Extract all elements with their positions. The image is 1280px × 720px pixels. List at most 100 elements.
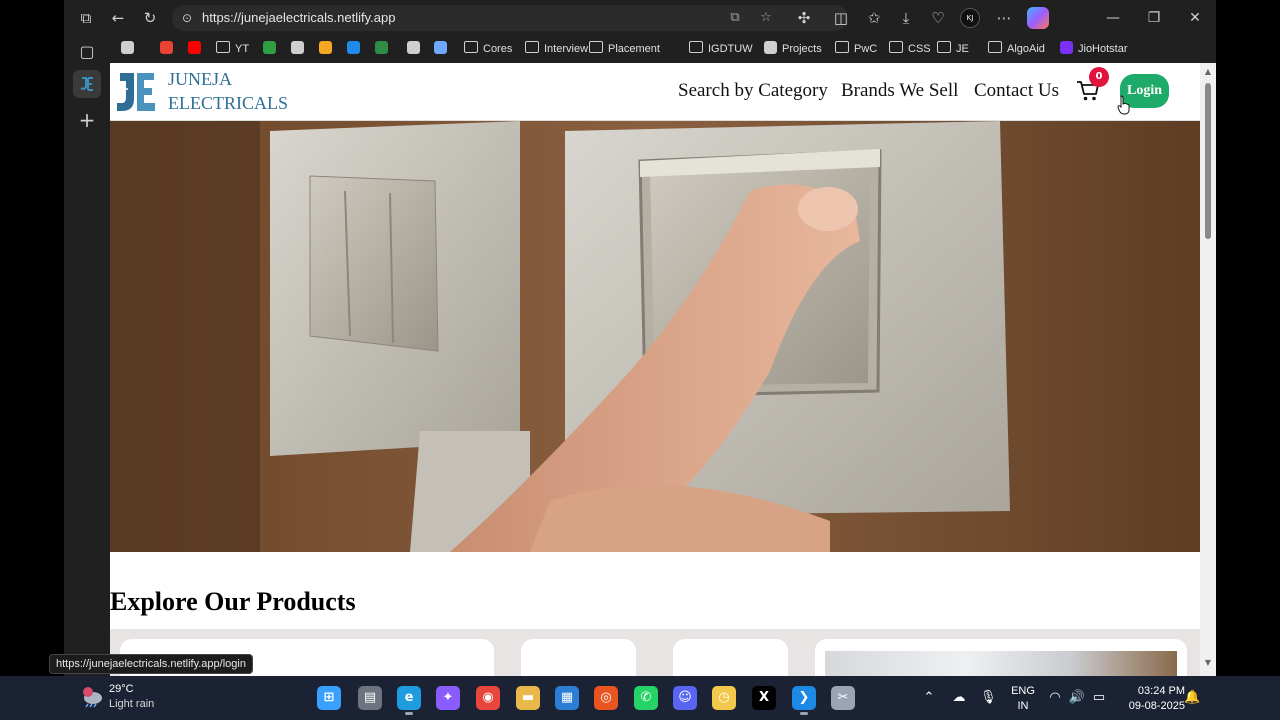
- bookmark-label: Projects: [782, 43, 822, 55]
- vscode-icon[interactable]: ❯: [792, 686, 816, 710]
- clock-app-icon[interactable]: ◷: [712, 686, 736, 710]
- url-text[interactable]: https://junejaelectricals.netlify.app: [202, 5, 395, 31]
- bookmark-chatgpt[interactable]: [291, 39, 309, 59]
- discord-icon[interactable]: ☺: [673, 686, 697, 710]
- bookmark-css[interactable]: CSS: [889, 39, 931, 59]
- minimize-icon[interactable]: —: [1101, 8, 1125, 28]
- logo-icon[interactable]: [114, 67, 158, 115]
- windows-start-icon[interactable]: ⊞: [317, 686, 341, 710]
- chrome-icon[interactable]: ◉: [476, 686, 500, 710]
- bookmark-codeforces[interactable]: [319, 39, 337, 59]
- site-info-icon[interactable]: ⊙: [182, 8, 200, 28]
- copilot-icon[interactable]: ✦: [436, 686, 460, 710]
- bookmark-interview[interactable]: Interview: [525, 39, 588, 59]
- maximize-icon[interactable]: ❐: [1142, 8, 1166, 28]
- bookmark-jiohotstar[interactable]: JioHotstar: [1060, 39, 1128, 59]
- active-tab-favicon[interactable]: [73, 70, 101, 98]
- refresh-icon[interactable]: ↻: [140, 8, 160, 28]
- split-screen-icon[interactable]: ◫: [831, 8, 851, 28]
- link-status-tooltip: https://junejaelectricals.netlify.app/lo…: [49, 654, 253, 674]
- product-card[interactable]: [815, 639, 1187, 676]
- folder-icon: [525, 41, 539, 53]
- bookmark-algoaid[interactable]: AlgoAid: [988, 39, 1045, 59]
- bookmark-je[interactable]: JE: [937, 39, 969, 59]
- browser-essentials-icon[interactable]: ♡: [928, 8, 948, 28]
- gfg-icon: [375, 41, 388, 54]
- codeforces-icon: [319, 41, 332, 54]
- bookmark-bars[interactable]: [347, 39, 365, 59]
- wifi-icon[interactable]: ◠: [1046, 689, 1064, 707]
- folder-icon: [689, 41, 703, 53]
- language-indicator[interactable]: ENG IN: [1011, 684, 1035, 714]
- nav-contact-us[interactable]: Contact Us: [974, 79, 1059, 103]
- bookmark-placement[interactable]: Placement: [589, 39, 660, 59]
- product-card[interactable]: [521, 639, 636, 676]
- jiohotstar-icon: [1060, 41, 1073, 54]
- battery-icon[interactable]: ▭: [1090, 689, 1108, 707]
- scroll-up-icon[interactable]: ▲: [1203, 67, 1213, 77]
- address-bar[interactable]: ⊙ https://junejaelectricals.netlify.app …: [172, 5, 848, 31]
- snipping-tool-icon[interactable]: ✂: [831, 686, 855, 710]
- weather-icon[interactable]: [80, 686, 104, 708]
- bookmark-rocket[interactable]: [434, 39, 452, 59]
- extensions-icon[interactable]: ✣: [794, 8, 814, 28]
- folder-icon: [835, 41, 849, 53]
- favorites-icon[interactable]: ✩: [864, 8, 884, 28]
- gmail-icon: [160, 41, 173, 54]
- page-scrollbar[interactable]: ▲ ▼: [1200, 63, 1216, 676]
- running-indicator: [800, 712, 808, 715]
- hand-cursor-icon: [1117, 95, 1130, 115]
- bookmark-youtube[interactable]: [188, 39, 206, 59]
- favorite-star-icon[interactable]: ☆: [756, 8, 776, 28]
- ubuntu-icon[interactable]: ◎: [594, 686, 618, 710]
- bookmark-gfg[interactable]: [375, 39, 393, 59]
- weather-condition[interactable]: Light rain: [109, 698, 154, 710]
- running-indicator: [405, 712, 413, 715]
- bookmark-yt[interactable]: YT: [216, 39, 249, 59]
- downloads-icon[interactable]: ⤓: [896, 8, 916, 28]
- vertical-tabs-sidebar: ▢ +: [64, 36, 110, 676]
- folder-icon: [464, 41, 478, 53]
- folder-icon: [589, 41, 603, 53]
- close-icon[interactable]: ✕: [1183, 8, 1207, 28]
- brand-name[interactable]: JUNEJA ELECTRICALS: [168, 67, 288, 115]
- bookmark-projects[interactable]: Projects: [764, 39, 822, 59]
- weather-temperature[interactable]: 29°C: [109, 683, 134, 695]
- store-icon[interactable]: ▦: [555, 686, 579, 710]
- brand-name-line2: ELECTRICALS: [168, 93, 288, 113]
- onedrive-icon[interactable]: ☁: [950, 689, 968, 707]
- volume-icon[interactable]: 🔊: [1068, 689, 1086, 707]
- scroll-thumb[interactable]: [1205, 83, 1211, 239]
- x-icon[interactable]: X: [752, 686, 776, 710]
- brand-name-line1: JUNEJA: [168, 69, 233, 89]
- system-clock[interactable]: 03:24 PM 09-08-2025: [1115, 684, 1185, 714]
- workspaces-icon[interactable]: ⧉: [76, 8, 96, 28]
- bookmark-igdtuw[interactable]: IGDTUW: [689, 39, 753, 59]
- profile-avatar[interactable]: KJ: [960, 8, 980, 28]
- bookmark-pwc[interactable]: PwC: [835, 39, 877, 59]
- show-hidden-icons[interactable]: ⌃: [922, 689, 936, 707]
- bookmark-tab[interactable]: [121, 39, 139, 59]
- notifications-icon[interactable]: 🔔: [1184, 689, 1200, 707]
- file-explorer-icon[interactable]: ▤: [358, 686, 382, 710]
- back-icon[interactable]: ←: [108, 8, 128, 28]
- copilot-icon[interactable]: [1027, 7, 1049, 29]
- edge-icon[interactable]: e: [397, 686, 421, 710]
- bookmark-cores[interactable]: Cores: [464, 39, 512, 59]
- folder-icon[interactable]: ▬: [516, 686, 540, 710]
- more-menu-icon[interactable]: ⋯: [994, 8, 1014, 28]
- whatsapp-icon[interactable]: ✆: [634, 686, 658, 710]
- product-card[interactable]: [673, 639, 788, 676]
- bookmark-w[interactable]: [263, 39, 281, 59]
- bookmark-gmail[interactable]: [160, 39, 178, 59]
- tab-actions-icon[interactable]: ▢: [73, 38, 101, 66]
- open-in-app-icon[interactable]: ⧉: [725, 8, 745, 28]
- bookmark-github[interactable]: [407, 39, 425, 59]
- microphone-icon[interactable]: 🎙: [980, 689, 997, 707]
- new-tab-icon[interactable]: +: [73, 106, 101, 134]
- scroll-down-icon[interactable]: ▼: [1203, 658, 1213, 668]
- nav-brands-we-sell[interactable]: Brands We Sell: [841, 79, 958, 103]
- desktop: ⧉ ← ↻ ⊙ https://junejaelectricals.netlif…: [0, 0, 1280, 720]
- nav-search-by-category[interactable]: Search by Category: [678, 79, 828, 103]
- bookmarks-bar: YT Cores Interview Placement IGDTUW Projects P…: [64, 36, 1216, 62]
